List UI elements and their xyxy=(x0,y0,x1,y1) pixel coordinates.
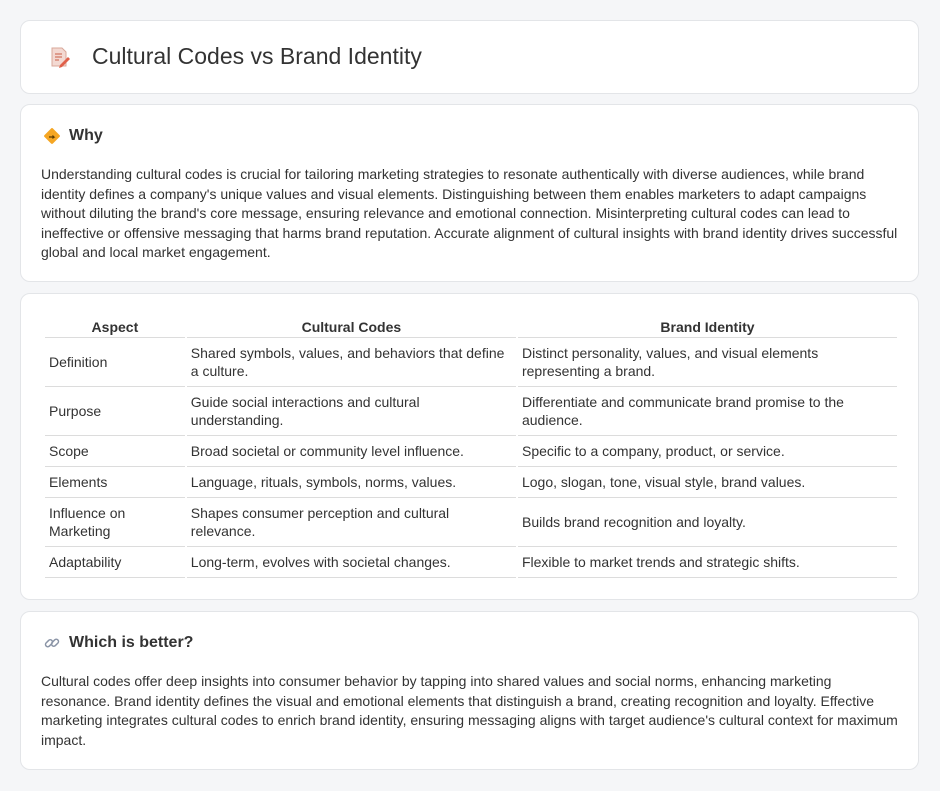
why-heading: Why xyxy=(43,127,103,145)
cultural-codes-cell: Language, rituals, symbols, norms, value… xyxy=(186,467,516,498)
aspect-cell: Elements xyxy=(45,467,185,498)
brand-identity-cell: Differentiate and communicate brand prom… xyxy=(517,387,897,436)
better-paragraph: Cultural codes offer deep insights into … xyxy=(41,673,898,748)
comparison-table: Aspect Cultural Codes Brand Identity Def… xyxy=(43,316,899,578)
why-heading-label: Why xyxy=(69,127,103,144)
cultural-codes-cell: Shared symbols, values, and behaviors th… xyxy=(186,338,516,387)
aspect-cell: Influence on Marketing xyxy=(45,498,185,547)
table-header-row: Aspect Cultural Codes Brand Identity xyxy=(45,316,897,338)
table-row: Scope Broad societal or community level … xyxy=(45,436,897,467)
aspect-cell: Adaptability xyxy=(45,547,185,578)
better-heading-label: Which is better? xyxy=(69,634,194,651)
table-row: Influence on Marketing Shapes consumer p… xyxy=(45,498,897,547)
cultural-codes-cell: Shapes consumer perception and cultural … xyxy=(186,498,516,547)
header-aspect: Aspect xyxy=(45,316,185,338)
brand-identity-cell: Specific to a company, product, or servi… xyxy=(517,436,897,467)
header-card: Cultural Codes vs Brand Identity xyxy=(20,20,919,94)
table-row: Definition Shared symbols, values, and b… xyxy=(45,338,897,387)
document-pencil-icon xyxy=(51,47,70,68)
table-row: Adaptability Long-term, evolves with soc… xyxy=(45,547,897,578)
brand-identity-cell: Distinct personality, values, and visual… xyxy=(517,338,897,387)
cultural-codes-cell: Broad societal or community level influe… xyxy=(186,436,516,467)
diamond-sign-icon xyxy=(44,128,60,144)
page-title: Cultural Codes vs Brand Identity xyxy=(92,43,422,69)
table-row: Purpose Guide social interactions and cu… xyxy=(45,387,897,436)
link-icon xyxy=(44,638,60,648)
aspect-cell: Definition xyxy=(45,338,185,387)
aspect-cell: Scope xyxy=(45,436,185,467)
cultural-codes-cell: Guide social interactions and cultural u… xyxy=(186,387,516,436)
which-is-better-section: Which is better? Cultural codes offer de… xyxy=(20,611,919,770)
header-cultural-codes: Cultural Codes xyxy=(186,316,516,338)
brand-identity-cell: Logo, slogan, tone, visual style, brand … xyxy=(517,467,897,498)
aspect-cell: Purpose xyxy=(45,387,185,436)
why-paragraph: Understanding cultural codes is crucial … xyxy=(41,166,898,260)
comparison-section: Aspect Cultural Codes Brand Identity Def… xyxy=(20,293,919,600)
why-section: Why Understanding cultural codes is cruc… xyxy=(20,104,919,282)
header-brand-identity: Brand Identity xyxy=(517,316,897,338)
better-heading: Which is better? xyxy=(43,634,193,652)
cultural-codes-cell: Long-term, evolves with societal changes… xyxy=(186,547,516,578)
table-row: Elements Language, rituals, symbols, nor… xyxy=(45,467,897,498)
brand-identity-cell: Flexible to market trends and strategic … xyxy=(517,547,897,578)
brand-identity-cell: Builds brand recognition and loyalty. xyxy=(517,498,897,547)
